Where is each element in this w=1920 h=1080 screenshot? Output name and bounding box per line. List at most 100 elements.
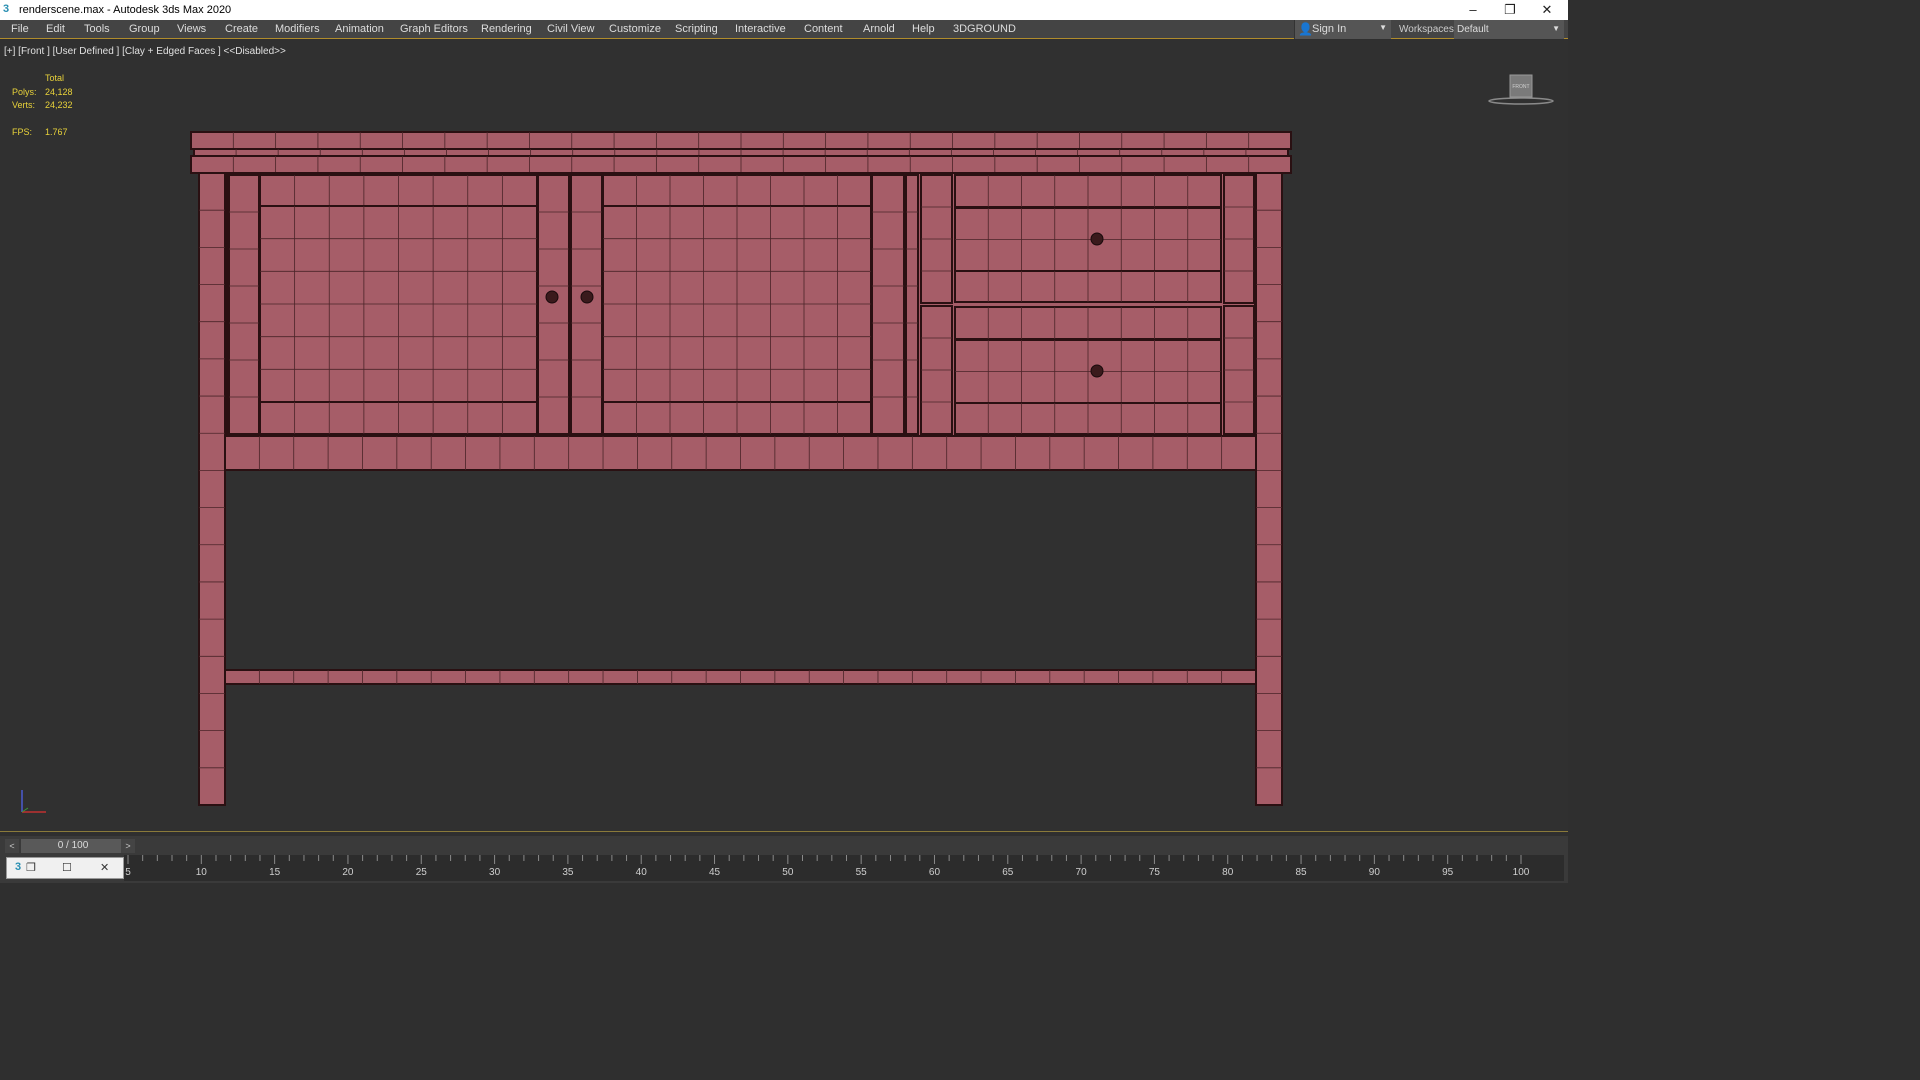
minimize-icon[interactable]: –: [1458, 1, 1488, 19]
knob: [545, 290, 559, 304]
window-title: renderscene.max - Autodesk 3ds Max 2020: [19, 4, 232, 16]
top-slab-lower: [190, 155, 1292, 174]
sideboard-model[interactable]: [0, 40, 1568, 832]
restore-icon[interactable]: ❐: [26, 861, 36, 874]
viewcube[interactable]: FRONT: [1488, 72, 1554, 108]
viewcube-face-label: FRONT: [1512, 84, 1529, 90]
drawer-2-bottom-rail: [954, 402, 1222, 435]
drawer-2-front: [954, 339, 1222, 404]
menu-item-customize[interactable]: Customize: [609, 23, 661, 35]
menu-item-file[interactable]: File: [11, 23, 29, 35]
workspaces-label: Workspaces:: [1399, 24, 1457, 35]
menu-item-interactive[interactable]: Interactive: [735, 23, 786, 35]
workspaces-value: Default: [1457, 24, 1489, 35]
right-door-stile: [570, 174, 603, 435]
stats-header: Total: [45, 73, 65, 83]
menu-item-edit[interactable]: Edit: [46, 23, 65, 35]
timeline-track[interactable]: 5 10 15 20 25 30 35 40 45 50 55 60 65 70 75 80 85 90 95 100: [124, 855, 1564, 881]
drawer-right-frame-upper: [1223, 174, 1255, 304]
left-stile: [228, 174, 260, 435]
top-slab-mid: [193, 148, 1289, 157]
menu-item-civil-view[interactable]: Civil View: [547, 23, 594, 35]
close-icon[interactable]: ✕: [100, 861, 109, 874]
next-frame-icon[interactable]: >: [121, 839, 135, 853]
menu-item-animation[interactable]: Animation: [335, 23, 384, 35]
3dsmax-logo-icon[interactable]: 3: [3, 3, 16, 16]
maximize-icon[interactable]: ☐: [62, 861, 72, 874]
timeline-tick-label: 85: [1295, 867, 1307, 878]
time-slider[interactable]: < 0 / 100 >: [5, 839, 135, 853]
timeline-tick-label: 60: [929, 867, 941, 878]
minimized-window[interactable]: 3 ❐ ☐ ✕: [6, 857, 124, 879]
left-door-top-rail: [259, 174, 538, 207]
timeline-tick-label: 65: [1002, 867, 1014, 878]
menu-item-group[interactable]: Group: [129, 23, 160, 35]
user-icon: 👤: [1298, 22, 1313, 36]
drawer-right-frame-lower: [1223, 305, 1255, 435]
top-slab-upper: [190, 131, 1292, 150]
timeline-track-background: [124, 855, 1564, 881]
axis-gizmo: [21, 790, 46, 813]
front-viewport[interactable]: [+] [Front ] [User Defined ] [Clay + Edg…: [0, 40, 1568, 832]
close-icon[interactable]: ✕: [1532, 1, 1562, 19]
timeline-tick-label: 40: [636, 867, 648, 878]
left-door-panel: [259, 205, 538, 403]
timeline-tick-label: 70: [1076, 867, 1088, 878]
divider: [905, 174, 919, 435]
menu-item-rendering[interactable]: Rendering: [481, 23, 532, 35]
timeline-tick-label: 75: [1149, 867, 1161, 878]
timeline-tick-label: 35: [562, 867, 574, 878]
right-leg: [1255, 172, 1283, 806]
timeline-tick-label: 100: [1513, 867, 1530, 878]
menu-item-tools[interactable]: Tools: [84, 23, 110, 35]
timeline-tick-label: 45: [709, 867, 721, 878]
right-door-panel: [602, 205, 872, 403]
chevron-down-icon: ▼: [1552, 24, 1560, 33]
timeline-tick-label: 10: [196, 867, 208, 878]
menu-item-help[interactable]: Help: [912, 23, 935, 35]
workspaces-dropdown[interactable]: Default ▼: [1454, 20, 1564, 39]
chevron-down-icon: ▼: [1379, 23, 1387, 32]
drawer-left-frame-lower: [920, 305, 953, 435]
timeline-tick-label: 80: [1222, 867, 1234, 878]
fps-value: 1.767: [45, 127, 68, 137]
timeline-tick-label: 25: [416, 867, 428, 878]
drawer-1-top-rail: [954, 174, 1222, 208]
menu-item-create[interactable]: Create: [225, 23, 258, 35]
lower-stretcher: [224, 669, 1257, 685]
viewport-label[interactable]: [+] [Front ] [User Defined ] [Clay + Edg…: [4, 46, 286, 57]
prev-frame-icon[interactable]: <: [5, 839, 19, 853]
sign-in-label: Sign In: [1312, 23, 1347, 35]
timeline-tick-label: 55: [856, 867, 868, 878]
knob: [1090, 232, 1104, 246]
restore-icon[interactable]: ❐: [1495, 1, 1525, 19]
drawer-1-bottom-rail: [954, 270, 1222, 303]
menu-item-scripting[interactable]: Scripting: [675, 23, 718, 35]
timeline-tick-label: 30: [489, 867, 501, 878]
menu-item-3dground[interactable]: 3DGROUND: [953, 23, 1016, 35]
drawer-1-front: [954, 207, 1222, 272]
menu-item-content[interactable]: Content: [804, 23, 843, 35]
verts-value: 24,232: [45, 100, 73, 110]
drawer-2-top-rail: [954, 306, 1222, 340]
menu-item-modifiers[interactable]: Modifiers: [275, 23, 320, 35]
left-door-stile: [537, 174, 570, 435]
polys-label: Polys:: [12, 86, 37, 97]
knob: [1090, 364, 1104, 378]
timeline-tick-label: 50: [782, 867, 794, 878]
left-leg: [198, 172, 226, 806]
sign-in-button[interactable]: 👤 Sign In ▼: [1294, 20, 1391, 39]
fps-label: FPS:: [12, 127, 33, 137]
timeline-area: < 0 / 100 > 3 ❐ ☐ ✕ 5 10 15 20 25 30 35 40 45 50 5…: [0, 836, 1568, 883]
drawer-left-frame-upper: [920, 174, 953, 304]
title-bar: 3 renderscene.max - Autodesk 3ds Max 202…: [0, 0, 1568, 20]
timeline-tick-label: 15: [269, 867, 281, 878]
polys-value: 24,128: [45, 86, 73, 97]
time-slider-thumb[interactable]: 0 / 100: [21, 839, 125, 853]
right-door-bottom-rail: [602, 401, 872, 435]
menu-item-views[interactable]: Views: [177, 23, 206, 35]
3dsmax-logo-icon[interactable]: 3: [15, 861, 21, 873]
timeline-tick-label: 5: [125, 867, 131, 878]
menu-item-graph-editors[interactable]: Graph Editors: [400, 23, 468, 35]
menu-item-arnold[interactable]: Arnold: [863, 23, 895, 35]
